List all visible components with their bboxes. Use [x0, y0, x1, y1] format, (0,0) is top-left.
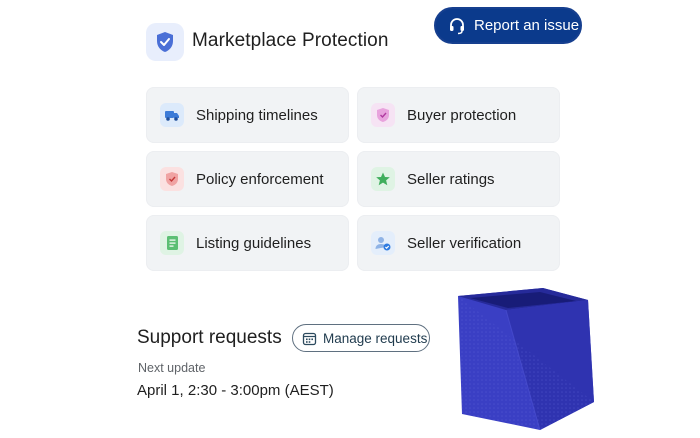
feature-card-seller-ratings[interactable]: Seller ratings	[357, 151, 560, 207]
user-verified-icon	[371, 231, 395, 255]
feature-label: Policy enforcement	[196, 170, 324, 188]
feature-card-policy-enforcement[interactable]: Policy enforcement	[146, 151, 349, 207]
headset-icon	[448, 17, 466, 35]
feature-card-shipping-timelines[interactable]: Shipping timelines	[146, 87, 349, 143]
feature-card-buyer-protection[interactable]: Buyer protection	[357, 87, 560, 143]
feature-grid: Shipping timelines Buyer protection Poli…	[146, 87, 560, 271]
feature-label: Listing guidelines	[196, 234, 312, 252]
report-issue-label: Report an issue	[474, 17, 580, 34]
manage-requests-label: Manage requests	[323, 330, 428, 346]
manage-requests-button[interactable]: Manage requests	[292, 324, 430, 352]
shield-check-icon	[371, 103, 395, 127]
feature-label: Shipping timelines	[196, 106, 318, 124]
support-requests-heading: Support requests	[137, 327, 282, 348]
truck-icon	[160, 103, 184, 127]
marketplace-shield-icon	[146, 23, 184, 61]
feature-label: Seller ratings	[407, 170, 495, 188]
next-update-label: Next update	[138, 361, 206, 375]
feature-card-listing-guidelines[interactable]: Listing guidelines	[146, 215, 349, 271]
calendar-icon	[302, 331, 317, 346]
report-issue-button[interactable]: Report an issue	[434, 7, 582, 44]
box-illustration	[448, 282, 598, 432]
star-icon	[371, 167, 395, 191]
document-icon	[160, 231, 184, 255]
shield-alert-icon	[160, 167, 184, 191]
next-update-time: April 1, 2:30 - 3:00pm (AEST)	[137, 382, 334, 399]
feature-label: Buyer protection	[407, 106, 517, 124]
feature-label: Seller verification	[407, 234, 522, 252]
feature-card-seller-verification[interactable]: Seller verification	[357, 215, 560, 271]
page-title: Marketplace Protection	[192, 30, 389, 51]
